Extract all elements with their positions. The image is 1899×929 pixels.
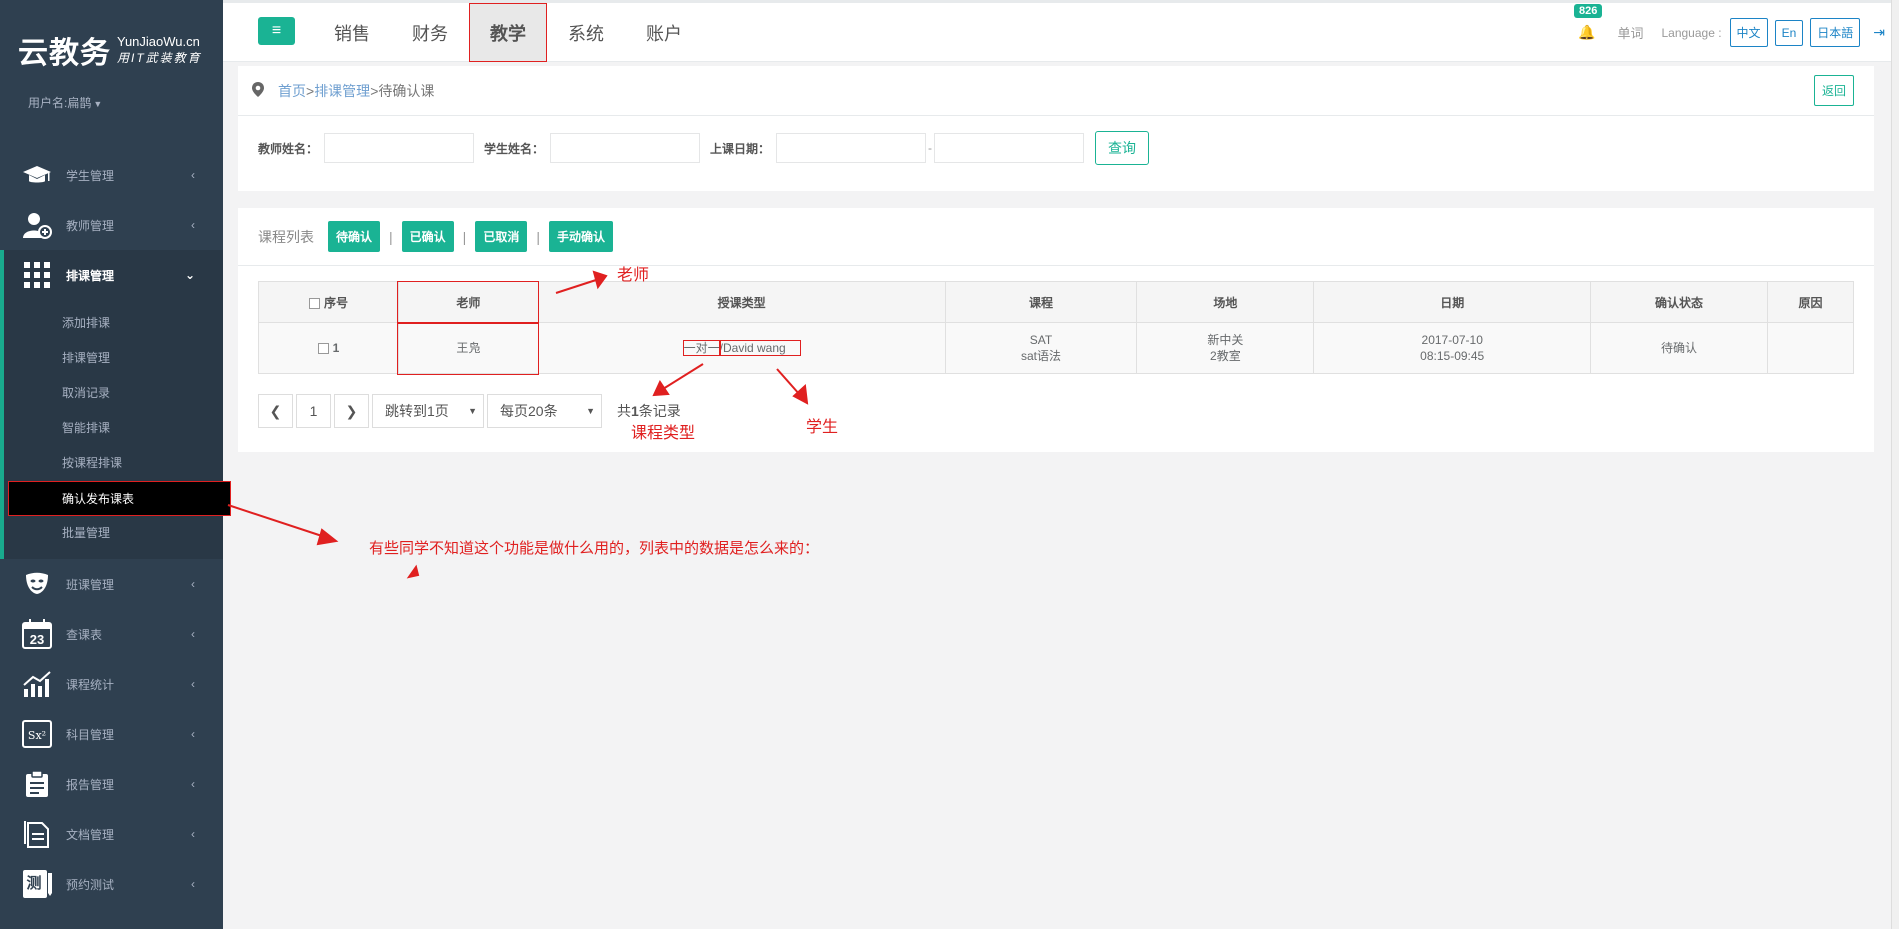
annotation-student: 学生 (806, 419, 839, 436)
annotation-arrows (227, 270, 809, 579)
annotation-note: 有些同学不知道这个功能是做什么用的，列表中的数据是怎么来的： (369, 540, 820, 557)
annotation-teacher: 老师 (617, 267, 650, 284)
page-scrollbar[interactable] (1891, 0, 1899, 929)
annotation-course-type: 课程类型 (631, 425, 696, 442)
